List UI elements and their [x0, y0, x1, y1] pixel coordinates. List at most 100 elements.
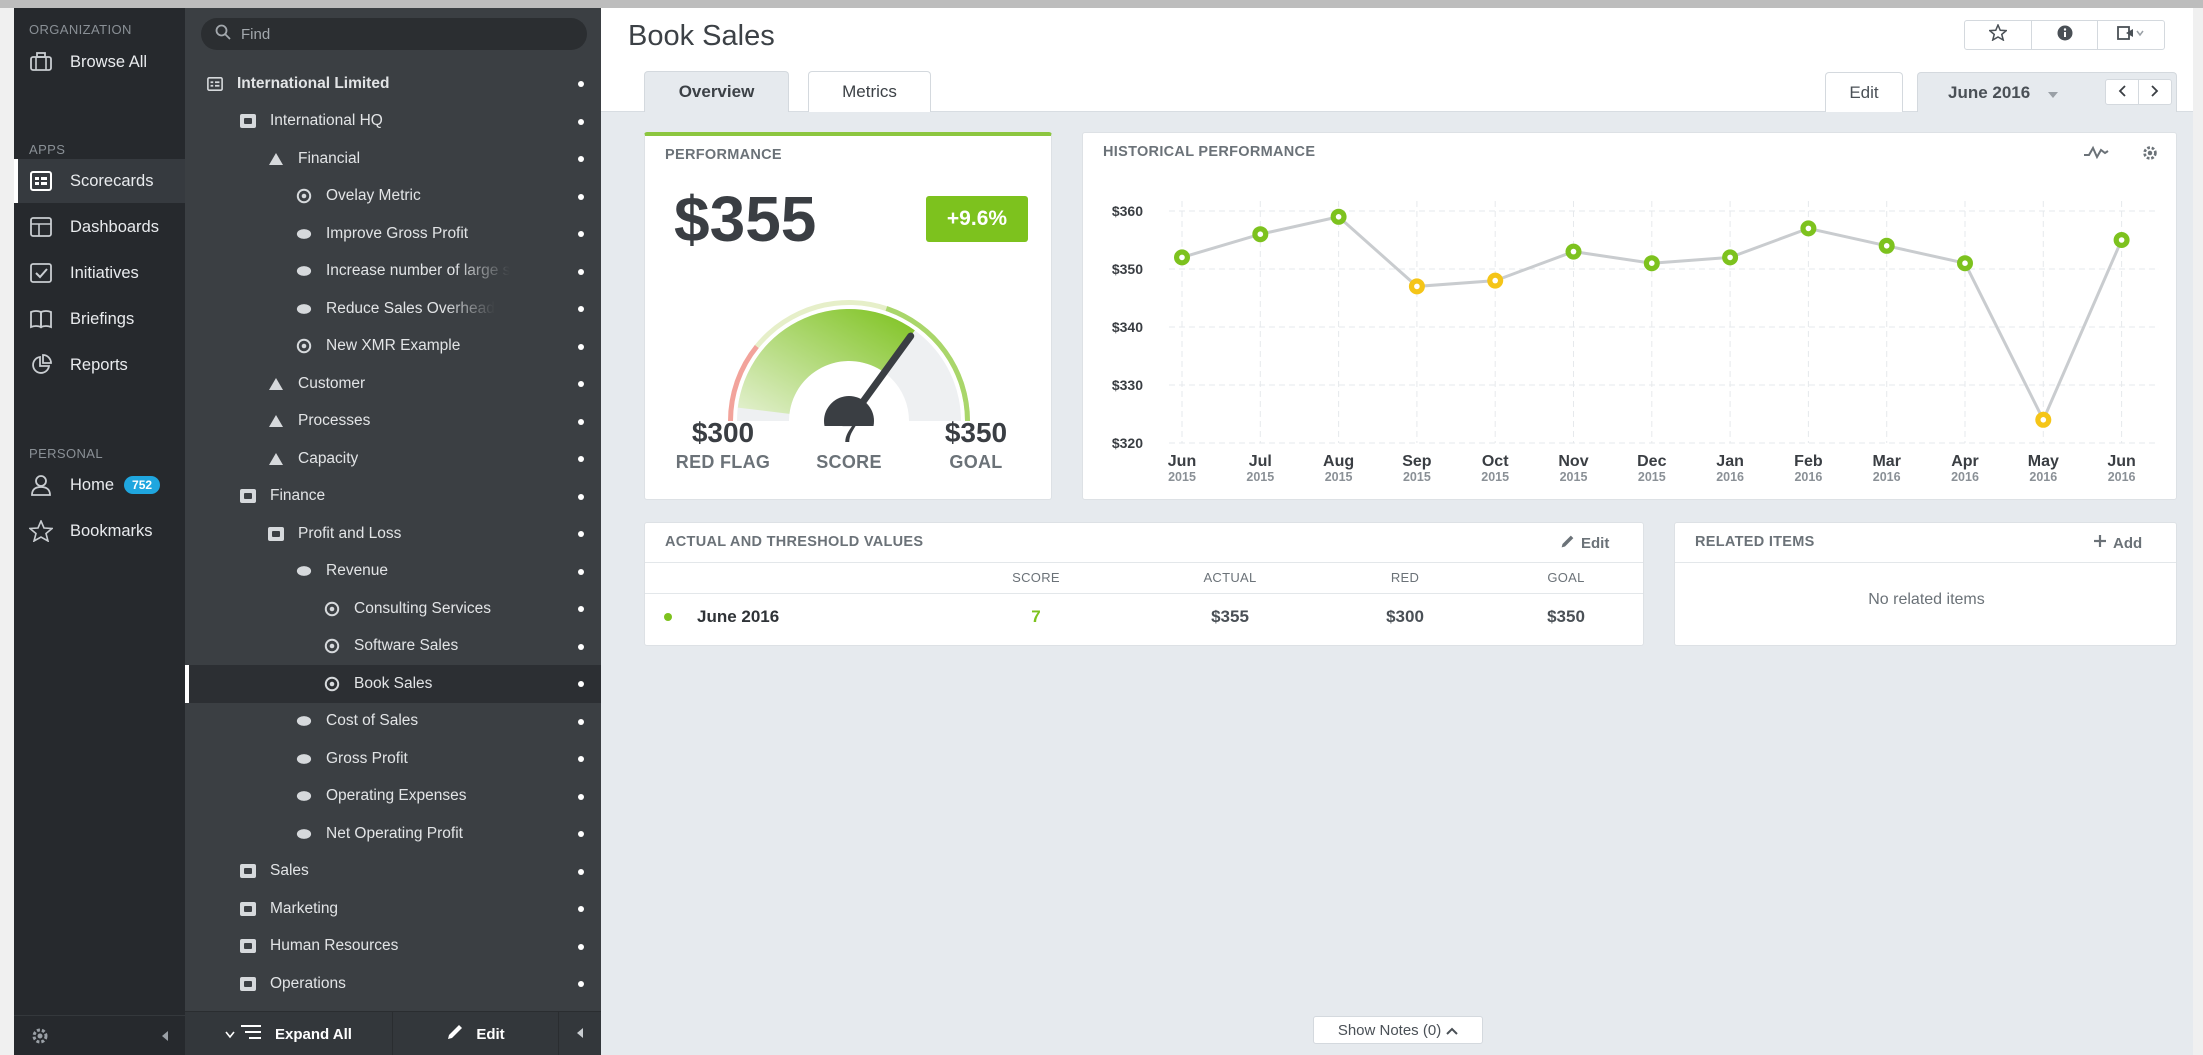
nav-item-label: Scorecards — [70, 171, 154, 190]
node-menu-dot[interactable] — [578, 118, 584, 125]
tree-node[interactable]: Ovelay Metric — [185, 178, 601, 216]
actuals-edit-button[interactable]: Edit — [1560, 534, 1609, 553]
add-related-button[interactable]: Add — [2093, 534, 2142, 552]
app-window: ORGANIZATION Browse All APPS Scorecards … — [14, 8, 2193, 1055]
tree-node-label: Consulting Services — [354, 599, 491, 617]
scorecard-tree-panel: International Limited International HQ Fin… — [185, 8, 601, 1055]
x-tick-year: 2016 — [1951, 470, 1979, 484]
x-tick-month: Jun — [2107, 453, 2135, 470]
col-header-red: RED — [1390, 570, 1420, 585]
tree-node[interactable]: Financial — [185, 140, 601, 178]
node-menu-dot[interactable] — [578, 906, 584, 912]
edit-button[interactable]: Edit — [1825, 72, 1903, 112]
x-tick-month: Oct — [1482, 453, 1509, 470]
tree-node[interactable]: Operations — [185, 965, 601, 1003]
node-menu-dot[interactable] — [578, 943, 584, 950]
tree-node[interactable]: Marketing — [185, 890, 601, 928]
eye-icon — [296, 338, 312, 354]
node-menu-dot[interactable] — [578, 681, 584, 687]
nav-item-home[interactable]: Home 752 — [14, 463, 185, 507]
nav-item-dashboards[interactable]: Dashboards — [14, 205, 185, 249]
bookmark-button[interactable] — [1965, 21, 2032, 49]
collapse-tree-button[interactable] — [559, 1012, 601, 1055]
node-menu-dot[interactable] — [578, 193, 584, 200]
tree-node[interactable]: International HQ — [185, 103, 601, 141]
tab-metrics[interactable]: Metrics — [808, 71, 931, 112]
node-menu-dot[interactable] — [578, 381, 584, 387]
node-menu-dot[interactable] — [578, 868, 584, 875]
nav-item-scorecards[interactable]: Scorecards — [14, 159, 185, 203]
scorecard-icon — [240, 976, 256, 992]
tree-node[interactable]: New XMR Example — [185, 328, 601, 366]
nav-item-browse-all[interactable]: Browse All — [14, 40, 185, 84]
tree-node[interactable]: Capacity — [185, 440, 601, 478]
nav-item-bookmarks[interactable]: Bookmarks — [14, 509, 185, 553]
related-empty-message: No related items — [1868, 591, 1985, 608]
tree-node[interactable]: Improve Gross Profit — [185, 215, 601, 253]
tree-node-selected[interactable]: Book Sales — [185, 665, 601, 703]
info-button[interactable] — [2032, 21, 2099, 49]
node-menu-dot[interactable] — [578, 568, 584, 575]
tree-node[interactable]: Revenue — [185, 553, 601, 591]
tree-node[interactable]: Consulting Services — [185, 590, 601, 628]
search-input[interactable] — [241, 25, 561, 43]
node-menu-dot[interactable] — [578, 493, 584, 500]
related-title: RELATED ITEMS — [1695, 534, 1815, 550]
node-menu-dot[interactable] — [578, 418, 584, 425]
ellipse-icon — [296, 563, 312, 579]
node-menu-dot[interactable] — [578, 606, 584, 612]
page-title: Book Sales — [628, 20, 775, 52]
tree-node[interactable]: Operating Expenses — [185, 778, 601, 816]
node-menu-dot[interactable] — [578, 793, 584, 800]
nav-section-organization: ORGANIZATION — [29, 22, 132, 37]
eye-icon — [324, 676, 340, 692]
tree-node[interactable]: Sales — [185, 853, 601, 891]
tree-node[interactable]: Increase number of large s — [185, 253, 601, 291]
node-menu-dot[interactable] — [578, 718, 584, 725]
tree-node[interactable]: Cost of Sales — [185, 703, 601, 741]
tree-node[interactable]: Profit and Loss — [185, 515, 601, 553]
tree-node[interactable]: International Limited — [185, 65, 601, 103]
nav-item-reports[interactable]: Reports — [14, 343, 185, 387]
eye-icon — [324, 638, 340, 654]
nav-item-initiatives[interactable]: Initiatives — [14, 251, 185, 295]
period-selector[interactable]: June 2016 — [1917, 72, 2177, 112]
node-menu-dot[interactable] — [578, 643, 584, 650]
node-menu-dot[interactable] — [578, 81, 584, 87]
prev-period-button[interactable] — [2105, 79, 2139, 105]
node-menu-dot[interactable] — [578, 268, 584, 275]
ellipse-icon — [296, 713, 312, 729]
node-menu-dot[interactable] — [578, 456, 584, 462]
expand-all-button[interactable]: Expand All — [185, 1012, 393, 1055]
node-menu-dot[interactable] — [578, 231, 584, 237]
export-button[interactable] — [2098, 21, 2164, 49]
tree-footer: Expand All Edit — [185, 1011, 601, 1055]
tree-node[interactable]: Customer — [185, 365, 601, 403]
tree-node[interactable]: Net Operating Profit — [185, 815, 601, 853]
show-notes-button[interactable]: Show Notes (0) — [1313, 1016, 1483, 1044]
nav-item-briefings[interactable]: Briefings — [14, 297, 185, 341]
tree-edit-button[interactable]: Edit — [393, 1012, 559, 1055]
tree-node[interactable]: Software Sales — [185, 628, 601, 666]
node-menu-dot[interactable] — [578, 343, 584, 350]
node-menu-dot[interactable] — [578, 831, 584, 837]
tree-node[interactable]: Human Resources — [185, 928, 601, 966]
collapse-nav-icon[interactable] — [160, 1029, 170, 1047]
x-tick-year: 2015 — [1403, 470, 1431, 484]
tree-node-label: Book Sales — [354, 674, 433, 692]
ellipse-icon — [296, 263, 312, 279]
next-period-button[interactable] — [2138, 79, 2172, 105]
node-menu-dot[interactable] — [578, 756, 584, 762]
gear-icon[interactable] — [30, 1026, 50, 1051]
data-point-center — [1805, 225, 1812, 232]
node-menu-dot[interactable] — [578, 156, 584, 162]
tree-node[interactable]: Processes — [185, 403, 601, 441]
node-menu-dot[interactable] — [578, 531, 584, 537]
node-menu-dot[interactable] — [578, 981, 584, 987]
node-menu-dot[interactable] — [578, 306, 584, 312]
scorecard-icon — [240, 863, 256, 879]
tab-overview[interactable]: Overview — [644, 71, 789, 112]
tree-node[interactable]: Reduce Sales Overhead — [185, 290, 601, 328]
tree-node[interactable]: Gross Profit — [185, 740, 601, 778]
tree-node[interactable]: Finance — [185, 478, 601, 516]
